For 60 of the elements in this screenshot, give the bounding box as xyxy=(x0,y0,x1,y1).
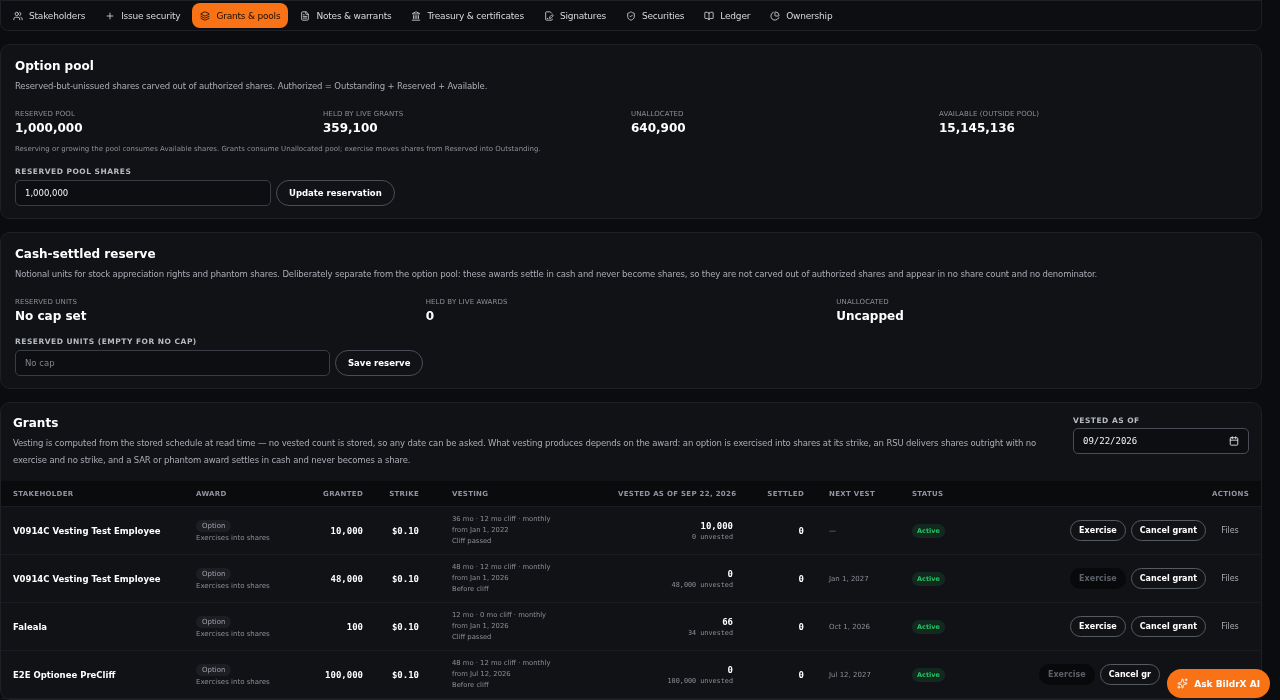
pie-chart-icon xyxy=(770,10,781,21)
settled-value: 0 xyxy=(797,621,804,632)
layers-icon xyxy=(200,10,211,21)
section-title: Option pool xyxy=(15,59,95,73)
vested-value: 0 xyxy=(727,568,733,579)
users-icon xyxy=(13,10,23,21)
sparkle-icon xyxy=(1177,678,1189,689)
stat-value: 0 xyxy=(425,309,435,323)
section-description: Notional units for stock appreciation rights and phantom shares. Deliberately separate from the option pool: these awards settle in cash and never become shares, so they are not carved out of authorized shares and appear in no share count and no denominator. xyxy=(15,268,1099,281)
stakeholder-name: V0914C Vesting Test Employee xyxy=(13,525,162,536)
date-field[interactable]: 09/22/2026 xyxy=(1073,428,1249,454)
signature-icon xyxy=(543,10,554,21)
granted-value: 48,000 xyxy=(329,573,363,584)
settled-value: 0 xyxy=(797,669,804,680)
book-icon xyxy=(704,10,715,21)
reserved-units-field[interactable]: No cap xyxy=(15,350,330,376)
stat-value: No cap set xyxy=(15,309,88,323)
stat-value: 640,900 xyxy=(631,121,687,135)
section-title: Cash-settled reserve xyxy=(15,247,157,261)
vested-value: 0 xyxy=(727,664,733,675)
stat-value: 1,000,000 xyxy=(15,121,84,135)
stakeholder-name: V0914C Vesting Test Employee xyxy=(13,573,162,584)
files-link[interactable]: Files xyxy=(1211,574,1249,583)
settled-value: 0 xyxy=(797,573,804,584)
calendar-icon[interactable] xyxy=(1229,436,1239,446)
files-link[interactable]: Files xyxy=(1211,622,1249,631)
nav-tab[interactable]: Securities xyxy=(618,3,693,28)
document-icon xyxy=(300,10,311,21)
stakeholder-name: E2E Optionee PreCliff xyxy=(13,669,117,680)
vested-value: 66 xyxy=(722,616,733,627)
stat-value: 359,100 xyxy=(323,121,379,135)
strike-value: $0.10 xyxy=(390,669,419,680)
reserved-pool-field[interactable]: 1,000,000 xyxy=(15,180,271,206)
bank-icon xyxy=(411,10,422,21)
shield-icon xyxy=(626,10,636,21)
vested-value: 10,000 xyxy=(700,520,733,531)
nav-tab[interactable]: Ledger xyxy=(696,3,759,28)
granted-value: 100 xyxy=(345,621,363,632)
nav-tab[interactable]: Signatures xyxy=(535,3,614,28)
strike-value: $0.10 xyxy=(390,525,419,536)
stat-value: Uncapped xyxy=(836,309,905,323)
granted-value: 100,000 xyxy=(324,669,363,680)
section-description: Vesting is computed from the stored schedule at read time — no vested count is stored, so any date can be asked. What vesting produces depends on the award: an option is exercised into shares at its strike, an RSU delivers shares outright with no exercise and no strike, and a SAR or phantom award settles in cash and never becomes a share. xyxy=(13,437,1038,467)
files-link[interactable]: Files xyxy=(1211,526,1249,535)
strike-value: $0.10 xyxy=(390,573,419,584)
date-value: 09/22/2026 xyxy=(1083,436,1138,446)
nav-tab[interactable]: Grants & pools xyxy=(192,3,289,28)
nav-tab[interactable]: Stakeholders xyxy=(5,3,94,28)
section-description: Reserved-but-unissued shares carved out of authorized shares. Authorized = Outstanding + Reserved + Available. xyxy=(15,80,489,93)
stat-value: 15,145,136 xyxy=(939,121,1016,135)
plus-icon xyxy=(105,10,116,21)
nav-tab[interactable]: Ownership xyxy=(762,3,841,28)
section-title: Grants xyxy=(13,416,60,430)
settled-value: 0 xyxy=(797,525,804,536)
stakeholder-name: Faleala xyxy=(13,621,49,632)
nav-tab[interactable]: Notes & warrants xyxy=(292,3,400,28)
nav-tab[interactable]: Treasury & certificates xyxy=(403,3,532,28)
strike-value: $0.10 xyxy=(390,621,419,632)
granted-value: 10,000 xyxy=(329,525,363,536)
nav-tab[interactable]: Issue security xyxy=(97,3,189,28)
